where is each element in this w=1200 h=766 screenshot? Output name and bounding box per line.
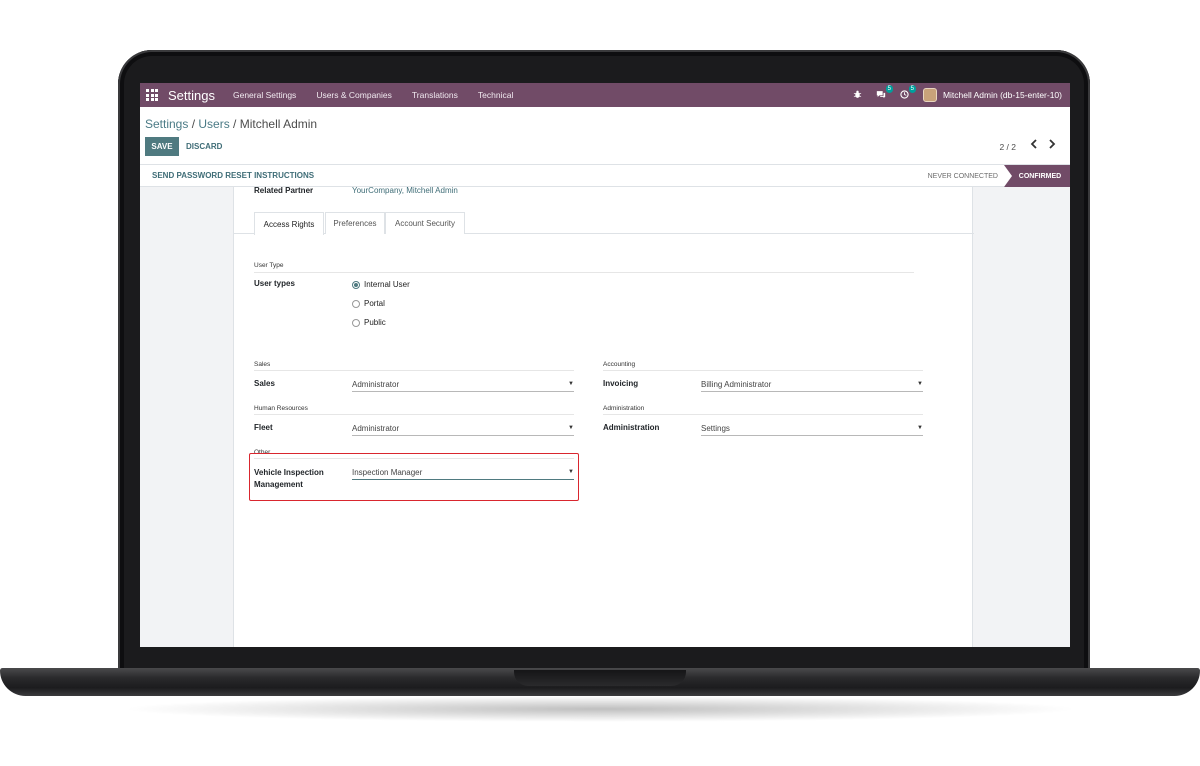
breadcrumb-separator: / <box>188 117 199 131</box>
radio-unchecked-icon[interactable] <box>352 299 360 308</box>
activities-clock-icon[interactable]: 5 <box>900 84 916 101</box>
navbar-right: 5 5 Mitchell Admin (db-15-enter-10) <box>853 84 1062 102</box>
section-accounting: Accounting <box>603 361 636 368</box>
sales-select-value: Administrator <box>352 380 400 389</box>
activities-badge: 5 <box>908 84 916 93</box>
pager-next-icon[interactable] <box>1048 138 1056 152</box>
laptop-notch <box>514 670 686 686</box>
laptop-shadow <box>120 696 1080 722</box>
form-sheet: Related Partner YourCompany, Mitchell Ad… <box>233 186 974 647</box>
section-divider <box>254 414 574 415</box>
user-types-label: User types <box>254 279 295 288</box>
administration-select-value: Settings <box>701 424 730 433</box>
invoicing-select[interactable]: Billing Administrator ▼ <box>701 378 923 392</box>
messages-badge: 5 <box>885 84 893 93</box>
invoicing-select-value: Billing Administrator <box>701 380 772 389</box>
breadcrumb-separator: / <box>229 117 240 131</box>
send-password-reset-button[interactable]: SEND PASSWORD RESET INSTRUCTIONS <box>152 171 314 180</box>
menu-technical[interactable]: Technical <box>478 90 513 100</box>
app-title[interactable]: Settings <box>168 88 215 103</box>
caret-down-icon: ▼ <box>917 381 923 387</box>
section-divider <box>603 370 923 371</box>
fleet-select[interactable]: Administrator ▼ <box>352 422 574 436</box>
menu-translations[interactable]: Translations <box>412 90 458 100</box>
top-navbar: Settings General Settings Users & Compan… <box>140 83 1070 107</box>
breadcrumb-current: Mitchell Admin <box>239 117 318 131</box>
tab-access-rights[interactable]: Access Rights <box>254 212 324 235</box>
apps-menu-icon[interactable] <box>146 89 158 101</box>
caret-down-icon: ▼ <box>568 425 574 431</box>
fleet-label: Fleet <box>254 423 273 432</box>
related-partner-link[interactable]: YourCompany, Mitchell Admin <box>352 186 458 195</box>
avatar[interactable] <box>922 88 937 102</box>
invoicing-label: Invoicing <box>603 379 639 388</box>
sales-label: Sales <box>254 379 275 388</box>
administration-label: Administration <box>603 423 660 432</box>
sales-select[interactable]: Administrator ▼ <box>352 378 574 392</box>
status-confirmed[interactable]: CONFIRMED <box>1004 165 1070 187</box>
radio-public[interactable]: Public <box>352 318 386 327</box>
menu-users-companies[interactable]: Users & Companies <box>316 90 392 100</box>
messages-icon[interactable]: 5 <box>876 84 893 101</box>
section-divider <box>254 272 914 273</box>
related-partner-label: Related Partner <box>254 186 314 195</box>
administration-select[interactable]: Settings ▼ <box>701 422 923 436</box>
radio-label: Portal <box>364 299 385 308</box>
radio-label: Internal User <box>364 280 410 289</box>
fleet-select-value: Administrator <box>352 424 400 433</box>
notebook-tabs: Access Rights Preferences Account Securi… <box>234 212 974 235</box>
breadcrumb: Settings / Users / Mitchell Admin <box>145 117 317 131</box>
menu-general-settings[interactable]: General Settings <box>233 90 296 100</box>
radio-label: Public <box>364 318 386 327</box>
caret-down-icon: ▼ <box>917 425 923 431</box>
breadcrumb-users[interactable]: Users <box>198 117 229 131</box>
section-user-type: User Type <box>254 262 284 269</box>
control-panel: Settings / Users / Mitchell Admin SAVE D… <box>140 107 1070 165</box>
discard-button[interactable]: DISCARD <box>186 137 222 156</box>
screen: Settings General Settings Users & Compan… <box>140 83 1070 647</box>
radio-checked-icon[interactable] <box>352 280 360 289</box>
save-button[interactable]: SAVE <box>145 137 179 156</box>
section-administration: Administration <box>603 405 645 412</box>
tab-preferences[interactable]: Preferences <box>325 212 385 234</box>
pager-value: 2 / 2 <box>999 142 1016 152</box>
tab-account-security[interactable]: Account Security <box>385 212 465 234</box>
highlight-annotation-box <box>249 453 579 501</box>
pager-prev-icon[interactable] <box>1030 138 1038 152</box>
section-human-resources: Human Resources <box>254 405 308 412</box>
caret-down-icon: ▼ <box>568 381 574 387</box>
section-sales: Sales <box>254 361 271 368</box>
bug-icon[interactable] <box>853 90 862 101</box>
status-bar: SEND PASSWORD RESET INSTRUCTIONS NEVER C… <box>140 165 1070 187</box>
radio-internal-user[interactable]: Internal User <box>352 280 410 289</box>
breadcrumb-settings[interactable]: Settings <box>145 117 188 131</box>
radio-unchecked-icon[interactable] <box>352 318 360 327</box>
section-divider <box>254 370 574 371</box>
radio-portal[interactable]: Portal <box>352 299 385 308</box>
status-never-connected[interactable]: NEVER CONNECTED <box>928 165 998 187</box>
section-divider <box>603 414 923 415</box>
user-menu[interactable]: Mitchell Admin (db-15-enter-10) <box>943 90 1062 100</box>
